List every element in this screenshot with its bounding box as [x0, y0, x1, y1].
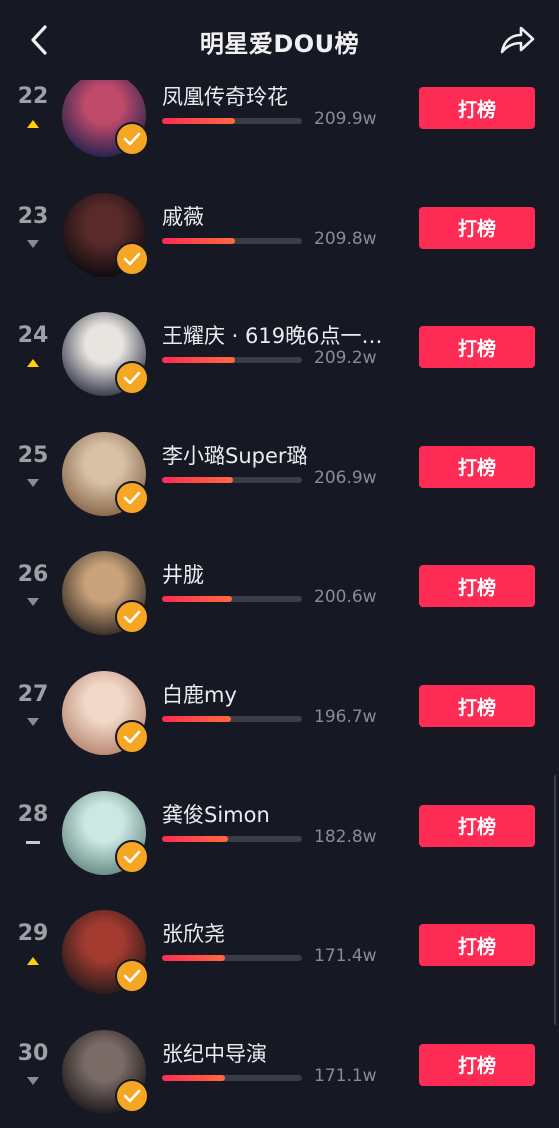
- star-name: 井胧: [162, 563, 204, 588]
- vote-score: 209.9w: [314, 109, 377, 129]
- share-button[interactable]: [497, 20, 537, 60]
- trend-down-icon: [27, 1076, 39, 1085]
- progress-bar: [162, 716, 302, 722]
- progress-bar: [162, 596, 302, 603]
- star-name: 戚薇: [162, 204, 204, 229]
- vote-score: 206.9w: [314, 467, 377, 488]
- star-name: 白鹿my: [162, 683, 237, 707]
- rank-number: 26: [17, 562, 49, 588]
- ranking-row[interactable]: 30 张纪中导演 171.1w 打榜: [0, 1029, 559, 1128]
- check-icon: [123, 730, 141, 744]
- verified-badge: [115, 600, 149, 635]
- progress-bar: [162, 237, 302, 244]
- ranking-row[interactable]: 25 李小璐Super璐 206.9w 打榜: [0, 431, 559, 552]
- vote-button[interactable]: 打榜: [419, 924, 535, 967]
- check-icon: [123, 491, 141, 505]
- progress-bar-fill: [162, 1074, 225, 1081]
- scrollbar[interactable]: [554, 775, 556, 1025]
- ranking-row[interactable]: 24 王耀庆 · 619晚6点一… 209.2w 打榜: [0, 312, 559, 432]
- check-icon: [123, 252, 141, 265]
- vote-score: 171.4w: [314, 946, 377, 967]
- trend-up-icon: [27, 359, 39, 368]
- trend-down-icon: [27, 598, 39, 607]
- rank-number: 27: [17, 682, 49, 707]
- verified-badge: [115, 122, 149, 156]
- progress-bar-fill: [162, 596, 232, 603]
- rank-number: 22: [17, 84, 49, 109]
- vote-button[interactable]: 打榜: [419, 804, 535, 847]
- vote-score: 209.8w: [314, 228, 377, 249]
- trend-down-icon: [27, 478, 39, 487]
- vote-score: 171.1w: [314, 1065, 377, 1086]
- vote-button[interactable]: 打榜: [419, 685, 535, 727]
- progress-bar-fill: [162, 476, 234, 483]
- check-icon: [123, 132, 141, 146]
- rank-number: 28: [17, 801, 49, 827]
- vote-score: 182.8w: [314, 826, 377, 847]
- vote-button[interactable]: 打榜: [419, 1043, 535, 1086]
- rank-number: 24: [17, 323, 49, 349]
- progress-bar: [162, 1074, 302, 1081]
- trend-same-icon: [26, 840, 40, 844]
- progress-bar-fill: [162, 357, 235, 364]
- progress-bar: [162, 835, 302, 842]
- ranking-row[interactable]: 27 白鹿my 196.7w 打榜: [0, 671, 559, 791]
- vote-button[interactable]: 打榜: [419, 565, 535, 608]
- progress-bar-fill: [162, 835, 228, 842]
- progress-bar-fill: [162, 716, 231, 722]
- star-name: 张纪中导演: [162, 1041, 267, 1066]
- star-name: 张欣尧: [162, 922, 225, 947]
- rank-number: 30: [17, 1040, 49, 1066]
- progress-bar: [162, 955, 302, 962]
- progress-bar-fill: [162, 237, 235, 244]
- star-name: 凤凰传奇玲花: [162, 85, 288, 109]
- ranking-row[interactable]: 28 龚俊Simon 182.8w 打榜: [0, 790, 559, 911]
- vote-score: 209.2w: [314, 348, 377, 369]
- star-name: 王耀庆 · 619晚6点一…: [162, 324, 383, 349]
- trend-down-icon: [27, 718, 39, 726]
- vote-score: 200.6w: [314, 587, 377, 608]
- verified-badge: [115, 241, 149, 276]
- progress-bar: [162, 476, 302, 483]
- ranking-row[interactable]: 26 井胧 200.6w 打榜: [0, 551, 559, 671]
- vote-button[interactable]: 打榜: [419, 445, 535, 488]
- top-bar: 明星爱DOU榜: [0, 0, 559, 80]
- verified-badge: [115, 959, 149, 994]
- trend-up-icon: [27, 957, 39, 966]
- verified-badge: [115, 720, 149, 754]
- star-name: 李小璐Super璐: [162, 443, 308, 468]
- verified-badge: [115, 361, 149, 396]
- rank-number: 25: [17, 442, 49, 468]
- verified-badge: [115, 839, 149, 874]
- share-arrow-icon: [500, 26, 535, 54]
- star-name: 龚俊Simon: [162, 802, 270, 827]
- rank-number: 29: [17, 921, 49, 947]
- vote-button[interactable]: 打榜: [419, 326, 535, 369]
- ranking-row[interactable]: 29 张欣尧 171.4w 打榜: [0, 910, 559, 1030]
- progress-bar-fill: [162, 955, 225, 962]
- ranking-screen: 22 凤凰传奇玲花 209.9w 打榜 23 戚薇 209.8w 打榜 24 王耀庆 · 619晚…: [0, 0, 559, 1128]
- check-icon: [123, 969, 141, 983]
- vote-score: 196.7w: [314, 707, 377, 727]
- check-icon: [123, 1089, 141, 1103]
- ranking-row[interactable]: 22 凤凰传奇玲花 209.9w 打榜: [0, 73, 559, 193]
- vote-button[interactable]: 打榜: [419, 87, 535, 129]
- trend-up-icon: [27, 120, 39, 128]
- trend-down-icon: [27, 239, 39, 248]
- progress-bar: [162, 118, 302, 124]
- verified-badge: [115, 1078, 149, 1113]
- check-icon: [123, 850, 141, 863]
- check-icon: [123, 371, 141, 385]
- progress-bar: [162, 357, 302, 364]
- ranking-row[interactable]: 23 戚薇 209.8w 打榜: [0, 192, 559, 313]
- progress-bar-fill: [162, 118, 235, 124]
- rank-number: 23: [17, 203, 49, 229]
- page-title: 明星爱DOU榜: [199, 30, 360, 58]
- vote-button[interactable]: 打榜: [419, 206, 535, 249]
- verified-badge: [115, 480, 149, 515]
- check-icon: [123, 611, 141, 624]
